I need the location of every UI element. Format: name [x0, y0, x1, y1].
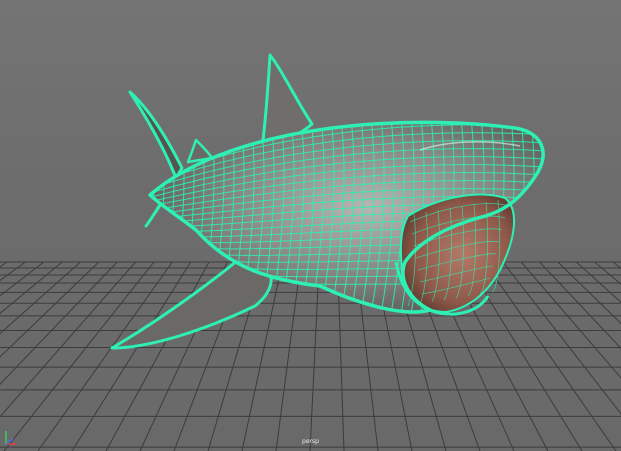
grid-line [0, 261, 45, 297]
grid-line [520, 261, 621, 379]
camera-name-label: persp [302, 438, 319, 445]
grid-line [105, 261, 210, 451]
3d-viewport[interactable]: persp [0, 0, 621, 451]
grid-line [612, 261, 621, 269]
grid-line [0, 261, 100, 358]
ground-grid [0, 261, 621, 451]
grid-line [539, 261, 621, 349]
grid-line [309, 261, 320, 451]
grid-line [557, 261, 621, 325]
grid-line [275, 261, 302, 451]
grid-line [0, 261, 26, 282]
grid-line [37, 261, 173, 451]
viewport-scene[interactable] [0, 0, 621, 451]
grid-line [0, 261, 81, 335]
grid-line [575, 261, 621, 303]
grid-line [484, 261, 617, 451]
grid-line [0, 261, 136, 418]
grid-line [502, 261, 621, 415]
shark-mesh[interactable] [110, 53, 560, 350]
